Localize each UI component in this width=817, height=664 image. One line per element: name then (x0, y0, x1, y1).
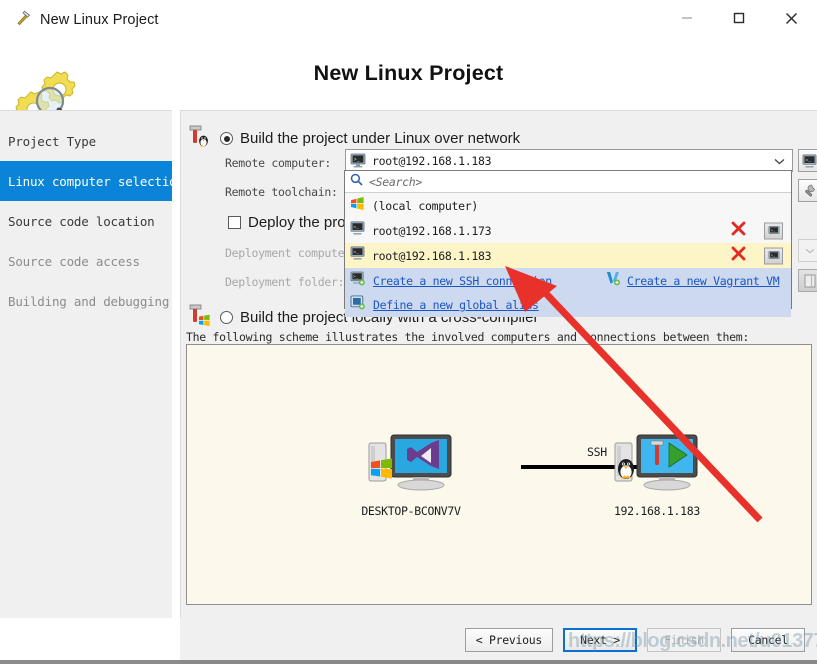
deployment-computer-label: Deployment computer: (225, 246, 358, 260)
scheme-node-local-caption: DESKTOP-BCONV7V (361, 504, 461, 518)
sidebar: Project Type Linux computer selection So… (0, 110, 184, 619)
sidebar-item-label: Project Type (8, 133, 96, 149)
windows-flag-icon (350, 196, 365, 216)
red-x-icon[interactable] (731, 246, 746, 266)
footer: < Previous Next > Finish Cancel (0, 618, 817, 664)
dropdown-item-root-192-168-1-183[interactable]: >_ root@192.168.1.183 >_ (345, 243, 791, 268)
visual-studio-pc-icon (365, 434, 457, 499)
footer-panel: < Previous Next > Finish Cancel (180, 618, 817, 662)
previous-button[interactable]: < Previous (464, 628, 553, 652)
page-title: New Linux Project (313, 61, 504, 85)
dropdown-item-label: root@192.168.1.183 (372, 248, 492, 263)
sidebar-item-label: Linux computer selection (8, 173, 184, 189)
remote-toolchain-label: Remote toolchain: (225, 185, 338, 199)
vagrant-icon (605, 271, 621, 291)
define-global-alias-link[interactable]: Define a new global alias (373, 298, 539, 312)
cancel-button[interactable]: Cancel (731, 628, 805, 652)
vagrant-action-group: Create a new Vagrant VM (605, 271, 780, 291)
remote-computer-label: Remote computer: (225, 156, 331, 170)
scheme-note: The following scheme illustrates the inv… (186, 330, 750, 344)
remote-computer-dropdown[interactable]: <Search> (local computer) >_ root@192.16… (344, 170, 792, 317)
add-alias-icon (350, 295, 366, 315)
dropdown-search-placeholder: <Search> (369, 174, 422, 189)
wizard-buttons: < Previous Next > Finish Cancel (464, 628, 805, 652)
option-build-remote-label: Build the project under Linux over netwo… (240, 130, 521, 147)
window-bottom-edge (0, 660, 817, 664)
sidebar-item-label: Source code location (8, 213, 155, 229)
minimize-icon[interactable] (661, 0, 713, 36)
app-window: New Linux Project New Linux Project Proj… (0, 0, 817, 664)
dropdown-item-label: (local computer) (372, 198, 478, 213)
svg-text:>_: >_ (353, 224, 359, 230)
window-title: New Linux Project (40, 11, 159, 28)
create-ssh-connection-link[interactable]: Create a new SSH connection (373, 274, 552, 288)
banner: New Linux Project (0, 36, 817, 127)
close-icon[interactable] (765, 0, 817, 36)
svg-text:>_: >_ (805, 157, 811, 163)
hammer-penguin-icon (187, 124, 213, 153)
dropdown-item-open-terminal-button[interactable]: >_ (764, 247, 783, 264)
title-bar-left: New Linux Project (14, 8, 159, 31)
deploy-project-checkbox[interactable] (228, 216, 241, 229)
hammer-windows-icon (187, 303, 213, 332)
deployment-computer-dropdown-button[interactable] (798, 239, 817, 262)
title-bar: New Linux Project (0, 0, 817, 36)
scheme-node-remote-caption: 192.168.1.183 (613, 504, 701, 518)
red-x-icon[interactable] (731, 221, 746, 241)
scheme-node-remote: 192.168.1.183 (567, 429, 747, 518)
svg-text:>_: >_ (354, 157, 361, 163)
next-button[interactable]: Next > (563, 628, 637, 652)
scheme-diagram: DESKTOP-BCONV7V SSH 192.168.1.183 (186, 344, 812, 605)
chevron-down-icon[interactable] (774, 152, 785, 170)
dropdown-item-label: root@192.168.1.173 (372, 223, 492, 238)
terminal-monitor-icon: >_ (350, 246, 365, 265)
hammer-icon (14, 8, 32, 31)
dropdown-actions: >_ Create a new SSH connection Create a … (345, 268, 791, 317)
dropdown-item-open-terminal-button[interactable]: >_ (764, 222, 783, 239)
sidebar-item-source-code-access[interactable]: Source code access (0, 241, 172, 281)
dropdown-search-row[interactable]: <Search> (345, 171, 791, 193)
sidebar-item-source-code-location[interactable]: Source code location (0, 201, 172, 241)
svg-text:>_: >_ (353, 249, 359, 255)
scheme-node-local: DESKTOP-BCONV7V (351, 429, 471, 518)
remote-computer-combobox[interactable]: >_ root@192.168.1.183 (345, 149, 793, 172)
linux-pc-icon (611, 434, 703, 499)
create-vagrant-vm-link[interactable]: Create a new Vagrant VM (627, 274, 780, 288)
terminal-monitor-icon: >_ (350, 221, 365, 240)
dropdown-item-local-computer[interactable]: (local computer) (345, 193, 791, 218)
search-icon (350, 173, 363, 191)
radio-build-remote[interactable] (220, 132, 233, 145)
maximize-icon[interactable] (713, 0, 765, 36)
sidebar-item-linux-computer-selection[interactable]: Linux computer selection (0, 161, 184, 201)
deployment-folder-label: Deployment folder: (225, 275, 345, 289)
remote-toolchain-config-button[interactable] (798, 179, 817, 202)
remote-computer-open-button[interactable]: >_ (798, 149, 817, 172)
remote-computer-value: root@192.168.1.183 (372, 153, 492, 168)
sidebar-item-building-and-debugging[interactable]: Building and debugging (0, 281, 172, 321)
window-controls (661, 0, 817, 36)
dropdown-item-root-192-168-1-173[interactable]: >_ root@192.168.1.173 >_ (345, 218, 791, 243)
dropdown-action-row-2: Define a new global alias (345, 293, 791, 317)
radio-build-local[interactable] (220, 311, 233, 324)
sidebar-item-label: Building and debugging (8, 293, 170, 309)
sidebar-item-project-type[interactable]: Project Type (0, 121, 172, 161)
add-terminal-icon: >_ (350, 271, 366, 291)
dropdown-action-row-1: >_ Create a new SSH connection Create a … (345, 269, 791, 293)
deploy-project-label: Deploy the pro (248, 214, 346, 231)
deployment-folder-browse-button[interactable] (798, 269, 817, 292)
terminal-monitor-icon: >_ (350, 153, 366, 168)
sidebar-item-label: Source code access (8, 253, 140, 269)
finish-button: Finish (647, 628, 721, 652)
deploy-project-checkbox-row[interactable]: Deploy the pro (228, 214, 346, 231)
svg-text:>_: >_ (353, 275, 359, 280)
